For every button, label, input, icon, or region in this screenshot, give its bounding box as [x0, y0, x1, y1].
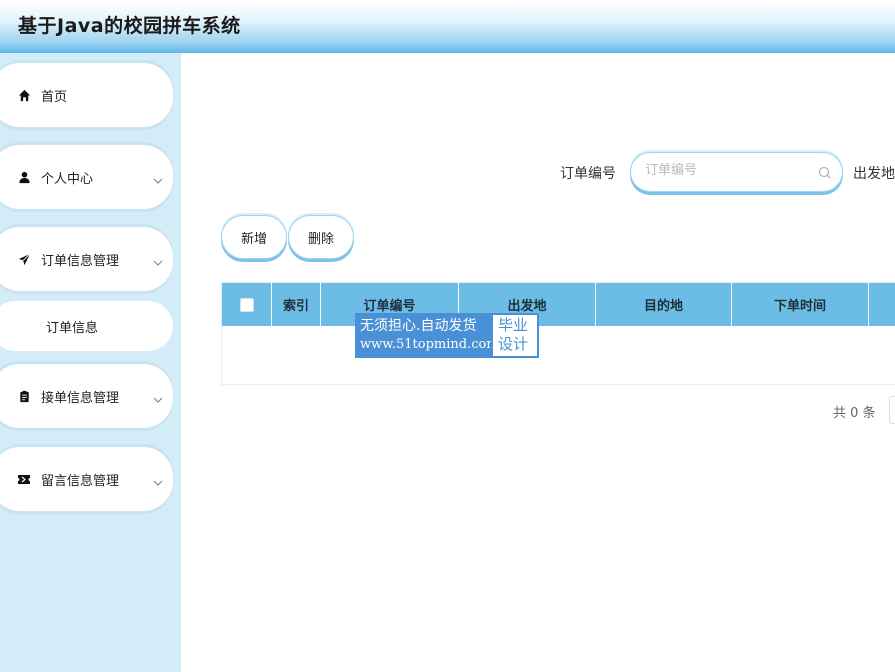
app-title: 基于Java的校园拼车系统	[18, 15, 241, 37]
chevron-down-icon[interactable]	[153, 253, 163, 272]
pagination-total: 共 0 条	[833, 406, 876, 421]
table-header: 索引 订单编号 出发地 目的地 下单时间	[222, 283, 895, 326]
watermark-line2: www.51topmind.com	[360, 337, 499, 352]
watermark-text: 无须担心.自动发货 www.51topmind.com	[355, 313, 499, 358]
sidebar-subitem-label: 订单信息	[46, 320, 99, 336]
sidebar-item-message-management[interactable]: 留言信息管理	[0, 447, 173, 511]
column-header-index[interactable]: 索引	[272, 283, 321, 326]
ticket-icon	[17, 472, 31, 486]
order-no-input[interactable]	[645, 163, 815, 178]
sidebar-item-label: 留言信息管理	[41, 473, 120, 489]
sidebar-item-personal-center[interactable]: 个人中心	[0, 145, 173, 209]
sidebar: 首页 个人中心 订单信息管理 订单信息 接单信息管理 留言信息管理	[0, 53, 181, 672]
main-content: 订单编号 出发地 新增 删除 索引 订单编号 出发地 目的地 下单时间 共 0 …	[181, 53, 895, 672]
sidebar-item-accept-management[interactable]: 接单信息管理	[0, 364, 173, 428]
clipboard-icon	[17, 389, 31, 403]
column-header-order-time[interactable]: 下单时间	[732, 283, 869, 326]
order-no-label: 订单编号	[560, 166, 616, 182]
sidebar-subitem-order-info[interactable]: 订单信息	[0, 301, 173, 351]
watermark-badge: 毕业 设计	[491, 313, 539, 358]
sidebar-item-label: 个人中心	[41, 171, 94, 187]
add-button[interactable]: 新增	[221, 215, 287, 259]
origin-label: 出发地	[853, 166, 895, 182]
chevron-down-icon[interactable]	[153, 171, 163, 190]
paper-plane-icon	[17, 252, 31, 266]
user-icon	[17, 170, 31, 184]
sidebar-item-label: 首页	[41, 89, 68, 105]
sidebar-item-home[interactable]: 首页	[0, 63, 173, 127]
watermark-badge-line1: 毕业	[498, 316, 529, 334]
chevron-down-icon[interactable]	[153, 473, 163, 492]
app-header: 基于Java的校园拼车系统	[0, 0, 895, 53]
column-header-destination[interactable]: 目的地	[596, 283, 732, 326]
sidebar-item-label: 订单信息管理	[41, 253, 120, 269]
watermark-badge-line2: 设计	[498, 335, 529, 353]
sidebar-item-label: 接单信息管理	[41, 390, 120, 406]
watermark-line1: 无须担心.自动发货	[360, 318, 477, 334]
chevron-down-icon[interactable]	[153, 390, 163, 409]
select-all-checkbox[interactable]	[239, 297, 254, 312]
page-size-select[interactable]	[889, 396, 895, 424]
column-header-more	[869, 283, 895, 326]
select-all-cell	[222, 283, 272, 326]
watermark: 无须担心.自动发货 www.51topmind.com 毕业 设计	[355, 313, 539, 358]
orders-table: 索引 订单编号 出发地 目的地 下单时间	[221, 282, 895, 385]
order-no-search-box[interactable]	[630, 152, 843, 192]
home-icon	[17, 88, 31, 102]
sidebar-item-order-management[interactable]: 订单信息管理	[0, 227, 173, 291]
delete-button[interactable]: 删除	[288, 215, 354, 259]
search-icon[interactable]	[818, 165, 832, 184]
